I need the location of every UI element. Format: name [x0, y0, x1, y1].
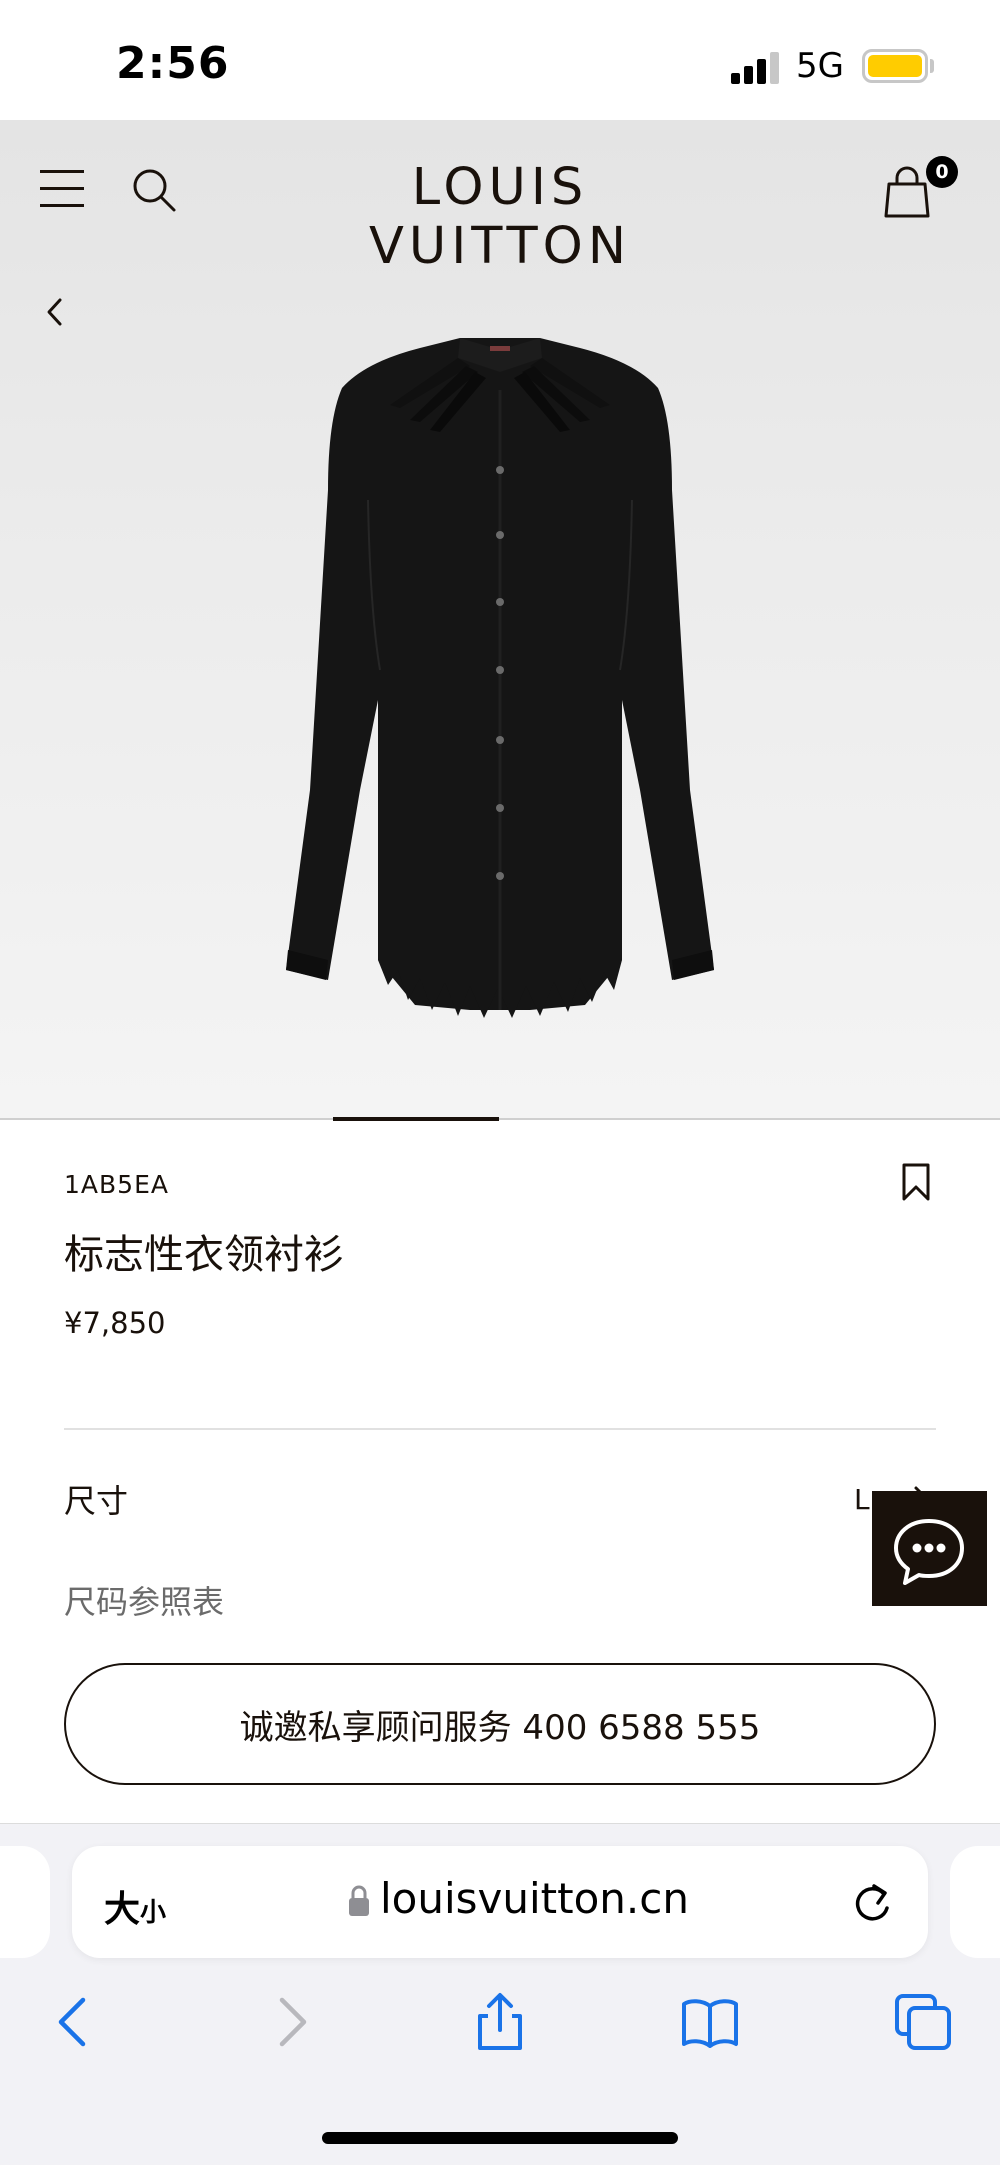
- status-time: 2:56: [116, 38, 230, 89]
- browser-toolbar: 大小 louisvuitton.cn: [0, 1823, 1000, 2165]
- size-value[interactable]: L: [854, 1483, 870, 1516]
- carousel-track: [0, 1118, 1000, 1120]
- product-price: ¥7,850: [64, 1306, 166, 1340]
- size-guide-link[interactable]: 尺码参照表: [64, 1577, 224, 1623]
- signal-icon: [731, 50, 781, 84]
- previous-tab-peek[interactable]: [0, 1846, 50, 1958]
- lock-icon: [349, 1885, 369, 1916]
- menu-icon[interactable]: [40, 170, 84, 208]
- status-bar: 2:56 5G: [0, 0, 1000, 120]
- next-tab-peek[interactable]: [950, 1846, 1000, 1958]
- bookmark-icon[interactable]: [900, 1162, 932, 1202]
- carousel-indicator: [333, 1117, 499, 1121]
- product-hero: LOUIS VUITTON 0: [0, 120, 1000, 1121]
- home-indicator: [322, 2132, 678, 2144]
- network-type: 5G: [796, 46, 844, 86]
- address-bar[interactable]: 大小 louisvuitton.cn: [72, 1846, 928, 1958]
- product-image[interactable]: [270, 310, 730, 1020]
- share-icon[interactable]: [470, 1992, 530, 2052]
- chat-bubble-icon: [894, 1519, 964, 1585]
- chat-button[interactable]: [872, 1491, 987, 1606]
- product-sku: 1AB5EA: [64, 1170, 169, 1199]
- bag-icon[interactable]: [883, 166, 931, 218]
- reload-icon[interactable]: [850, 1880, 894, 1926]
- product-name: 标志性衣领衬衫: [64, 1232, 344, 1278]
- site-header: LOUIS VUITTON 0: [0, 120, 1000, 276]
- back-icon[interactable]: [45, 1992, 105, 2052]
- bookmarks-icon[interactable]: [680, 1992, 740, 2052]
- search-icon[interactable]: [130, 166, 178, 214]
- text-size-small: 小: [140, 1898, 167, 1928]
- advisor-call-button[interactable]: 诚邀私享顾问服务 400 6588 555: [64, 1663, 936, 1785]
- tabs-icon[interactable]: [893, 1992, 953, 2052]
- divider: [64, 1428, 936, 1430]
- back-icon[interactable]: [40, 292, 70, 332]
- url-text[interactable]: louisvuitton.cn: [380, 1874, 689, 1923]
- size-label[interactable]: 尺寸: [64, 1476, 128, 1522]
- forward-icon[interactable]: [260, 1992, 320, 2052]
- text-size-button[interactable]: 大小: [104, 1880, 166, 1932]
- battery-icon: [862, 49, 928, 83]
- brand-logo[interactable]: LOUIS VUITTON: [280, 158, 720, 276]
- bag-count-badge: 0: [926, 156, 958, 188]
- battery-cap: [930, 59, 934, 73]
- text-size-big: 大: [104, 1889, 141, 1930]
